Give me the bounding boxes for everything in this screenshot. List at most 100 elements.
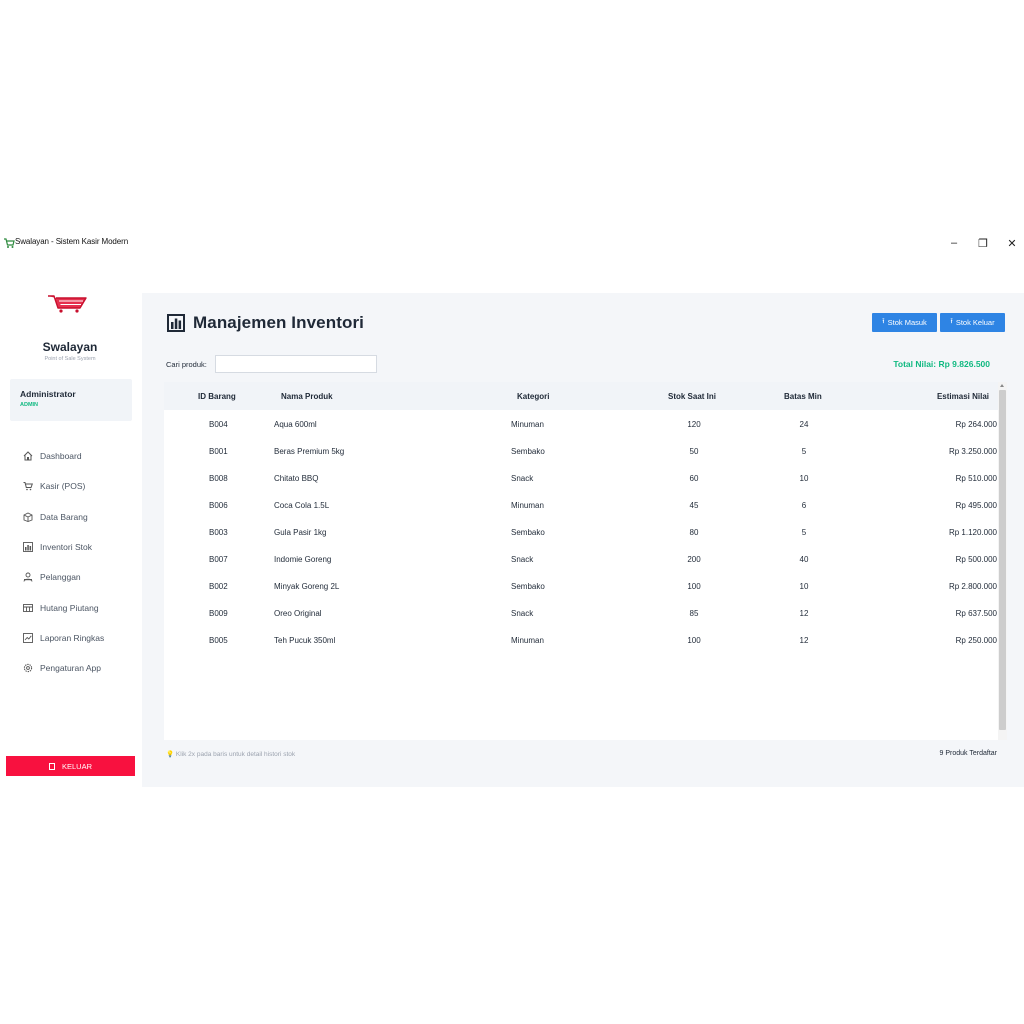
cell-batas-min: 40 (799, 555, 809, 564)
cell-batas-min: 10 (799, 582, 809, 591)
table-row[interactable]: B004 Aqua 600ml Minuman 120 24 Rp 264.000 (164, 410, 997, 437)
title-bar: Swalayan - Sistem Kasir Modern – ❐ ✕ (0, 231, 1024, 255)
cart-logo-icon (48, 291, 87, 313)
column-header-stok[interactable]: Stok Saat Ini (668, 392, 716, 401)
cell-stok: 100 (687, 582, 701, 591)
main-content: Manajemen Inventori ⭱ Stok Masuk ⭱ Stok … (142, 293, 1024, 787)
cell-batas-min: 12 (799, 609, 809, 618)
table-row[interactable]: B001 Beras Premium 5kg Sembako 50 5 Rp 3.250.… (164, 437, 997, 464)
cell-batas-min: 5 (801, 447, 807, 456)
total-value: Total Nilai: Rp 9.826.500 (893, 359, 990, 369)
stok-keluar-button[interactable]: ⭱ Stok Keluar (940, 313, 1005, 332)
cell-stok: 50 (689, 447, 699, 456)
cell-nama: Teh Pucuk 350ml (274, 636, 336, 645)
sidebar-nav: Dashboard Kasir (POS) Data Barang Invent… (0, 441, 140, 683)
sidebar-item-dashboard[interactable]: Dashboard (0, 441, 140, 471)
scroll-up-icon[interactable] (1000, 384, 1004, 387)
cell-batas-min: 24 (799, 420, 809, 429)
ledger-icon (22, 602, 34, 614)
table-header: ID Barang Nama Produk Kategori Stok Saat… (164, 382, 1007, 410)
sidebar-item-inventori-stok[interactable]: Inventori Stok (0, 532, 140, 562)
table-row[interactable]: B005 Teh Pucuk 350ml Minuman 100 12 Rp 250.00… (164, 626, 997, 653)
upload-icon: ⭱ (882, 318, 885, 325)
product-count: 9 Produk Terdaftar (939, 750, 997, 757)
cell-batas-min: 6 (801, 501, 807, 510)
table-row[interactable]: B003 Gula Pasir 1kg Sembako 80 5 Rp 1.120.000 (164, 518, 997, 545)
cell-estimasi: Rp 500.000 (955, 555, 997, 564)
column-header-kategori[interactable]: Kategori (517, 392, 549, 401)
page-header: Manajemen Inventori (167, 313, 364, 333)
cell-nama: Minyak Goreng 2L (274, 582, 340, 591)
sidebar-item-pengaturan-app[interactable]: Pengaturan App (0, 653, 140, 683)
table-row[interactable]: B007 Indomie Goreng Snack 200 40 Rp 500.000 (164, 545, 997, 572)
column-header-id[interactable]: ID Barang (198, 392, 236, 401)
cell-id: B008 (209, 474, 228, 483)
sidebar-item-data-barang[interactable]: Data Barang (0, 502, 140, 532)
column-header-estimasi[interactable]: Estimasi Nilai (937, 392, 989, 401)
table-row[interactable]: B009 Oreo Original Snack 85 12 Rp 637.500 (164, 599, 997, 626)
cell-nama: Aqua 600ml (274, 420, 317, 429)
box-icon (22, 511, 34, 523)
minimize-button[interactable]: – (944, 234, 964, 252)
cell-kategori: Snack (511, 474, 534, 483)
sidebar-item-label: Inventori Stok (40, 542, 92, 553)
footer-hint: 💡 Klik 2x pada baris untuk detail histor… (166, 751, 296, 758)
cell-estimasi: Rp 3.250.000 (948, 447, 997, 456)
sidebar-item-label: Pengaturan App (40, 663, 101, 674)
cell-stok: 45 (689, 501, 699, 510)
sidebar-item-label: Pelanggan (40, 572, 81, 583)
cell-estimasi: Rp 495.000 (955, 501, 997, 510)
cell-kategori: Minuman (511, 636, 544, 645)
report-icon (22, 632, 34, 644)
sidebar-item-label: Dashboard (40, 451, 82, 462)
bar-chart-icon (167, 314, 185, 332)
cell-id: B006 (209, 501, 228, 510)
maximize-button[interactable]: ❐ (973, 234, 993, 252)
upload-icon: ⭱ (950, 318, 953, 325)
sidebar-item-pelanggan[interactable]: Pelanggan (0, 562, 140, 592)
user-card: Administrator ADMIN (10, 379, 132, 421)
cell-id: B005 (209, 636, 228, 645)
cell-nama: Oreo Original (274, 609, 322, 618)
logout-label: KELUAR (61, 761, 92, 771)
cell-nama: Chitato BBQ (274, 474, 319, 483)
cell-nama: Beras Premium 5kg (274, 447, 345, 456)
table-row[interactable]: B002 Minyak Goreng 2L Sembako 100 10 Rp 2.800… (164, 572, 997, 599)
cell-estimasi: Rp 250.000 (955, 636, 997, 645)
table-row[interactable]: B006 Coca Cola 1.5L Minuman 45 6 Rp 495.000 (164, 491, 997, 518)
cell-id: B009 (209, 609, 228, 618)
brand-name: Swalayan (42, 340, 98, 354)
app-window: Swalayan - Sistem Kasir Modern – ❐ ✕ Swa… (0, 231, 1024, 791)
search-label: Cari produk: (166, 360, 207, 369)
column-header-nama[interactable]: Nama Produk (281, 392, 333, 401)
cell-id: B001 (209, 447, 228, 456)
cell-estimasi: Rp 510.000 (955, 474, 997, 483)
logout-button[interactable]: KELUAR (6, 756, 135, 776)
close-button[interactable]: ✕ (1002, 234, 1022, 252)
cell-id: B007 (209, 555, 228, 564)
sidebar-item-laporan-ringkas[interactable]: Laporan Ringkas (0, 623, 140, 653)
cell-id: B002 (209, 582, 228, 591)
table-row[interactable]: B008 Chitato BBQ Snack 60 10 Rp 510.000 (164, 464, 997, 491)
sidebar-item-label: Data Barang (40, 511, 88, 522)
sidebar-item-kasir[interactable]: Kasir (POS) (0, 471, 140, 501)
search-input[interactable] (215, 355, 377, 373)
scrollbar-thumb[interactable] (999, 390, 1006, 730)
cell-stok: 85 (689, 609, 699, 618)
cell-nama: Gula Pasir 1kg (274, 528, 327, 537)
column-header-batas-min[interactable]: Batas Min (784, 392, 822, 401)
cell-stok: 100 (687, 636, 701, 645)
cell-estimasi: Rp 637.500 (955, 609, 997, 618)
cell-nama: Coca Cola 1.5L (274, 501, 330, 510)
sidebar-item-label: Hutang Piutang (40, 602, 99, 613)
cell-estimasi: Rp 264.000 (955, 420, 997, 429)
cell-id: B003 (209, 528, 228, 537)
cell-kategori: Snack (511, 609, 534, 618)
stok-masuk-button[interactable]: ⭱ Stok Masuk (872, 313, 937, 332)
chart-icon (22, 541, 34, 553)
sidebar-item-label: Kasir (POS) (40, 481, 86, 492)
cell-stok: 200 (687, 555, 701, 564)
cell-kategori: Sembako (511, 447, 545, 456)
user-role: ADMIN (20, 402, 39, 408)
sidebar-item-hutang-piutang[interactable]: Hutang Piutang (0, 592, 140, 622)
